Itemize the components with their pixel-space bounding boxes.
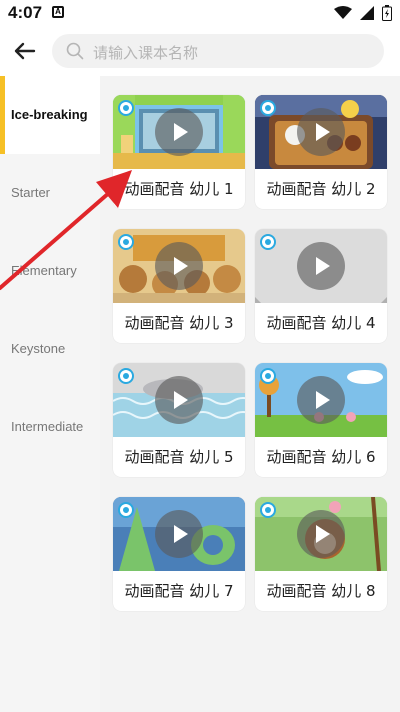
sidebar-item-label: Keystone (11, 341, 66, 356)
active-indicator (0, 76, 5, 154)
course-thumbnail (113, 363, 245, 437)
sidebar-item-ice-breaking[interactable]: Ice-breaking (0, 76, 100, 154)
course-thumbnail (255, 363, 387, 437)
course-card[interactable]: 动画配音 幼儿 4 (255, 229, 387, 343)
course-grid: 动画配音 幼儿 1 动画配音 幼儿 2 动画配音 幼儿 3 动画配音 幼儿 4 … (100, 76, 400, 712)
course-title: 动画配音 幼儿 4 (266, 314, 376, 332)
play-icon[interactable] (297, 108, 345, 156)
course-card[interactable]: 动画配音 幼儿 5 (113, 363, 245, 477)
sidebar-item-starter[interactable]: Starter (0, 154, 100, 232)
status-bar: 4:07 A (0, 0, 400, 26)
course-thumbnail (113, 229, 245, 303)
course-title: 动画配音 幼儿 7 (124, 582, 234, 600)
top-bar: 请输入课本名称 (0, 26, 400, 76)
play-icon[interactable] (155, 108, 203, 156)
course-card[interactable]: 动画配音 幼儿 6 (255, 363, 387, 477)
video-badge-icon (118, 100, 134, 116)
search-input[interactable]: 请输入课本名称 (52, 34, 384, 68)
course-card[interactable]: 动画配音 幼儿 7 (113, 497, 245, 611)
category-sidebar: Ice-breaking Starter Elementary Keystone… (0, 76, 100, 712)
status-icons (334, 5, 392, 21)
play-icon[interactable] (297, 510, 345, 558)
course-thumbnail (255, 497, 387, 571)
search-placeholder: 请输入课本名称 (93, 44, 199, 62)
sidebar-item-label: Ice-breaking (11, 107, 88, 122)
play-icon[interactable] (297, 242, 345, 290)
play-icon[interactable] (297, 376, 345, 424)
course-title: 动画配音 幼儿 3 (124, 314, 234, 332)
course-card[interactable]: 动画配音 幼儿 1 (113, 95, 245, 209)
course-card[interactable]: 动画配音 幼儿 3 (113, 229, 245, 343)
play-icon[interactable] (155, 376, 203, 424)
video-badge-icon (260, 234, 276, 250)
wifi-icon (334, 6, 352, 19)
battery-icon (382, 5, 392, 21)
back-button[interactable] (10, 36, 40, 66)
sidebar-item-intermediate[interactable]: Intermediate (0, 388, 100, 466)
sidebar-item-label: Starter (11, 185, 51, 200)
course-title: 动画配音 幼儿 1 (124, 180, 234, 198)
video-badge-icon (260, 100, 276, 116)
sidebar-item-label: Elementary (11, 263, 77, 278)
sidebar-item-elementary[interactable]: Elementary (0, 232, 100, 310)
status-time: 4:07 (8, 3, 43, 22)
course-thumbnail (255, 229, 387, 303)
video-badge-icon (260, 502, 276, 518)
video-badge-icon (118, 234, 134, 250)
play-icon[interactable] (155, 510, 203, 558)
notification-icon: A (52, 6, 64, 18)
signal-icon (360, 6, 374, 20)
course-card[interactable]: 动画配音 幼儿 2 (255, 95, 387, 209)
course-thumbnail (113, 497, 245, 571)
video-badge-icon (118, 368, 134, 384)
course-card[interactable]: 动画配音 幼儿 8 (255, 497, 387, 611)
course-title: 动画配音 幼儿 5 (124, 448, 234, 466)
course-title: 动画配音 幼儿 6 (266, 448, 376, 466)
course-title: 动画配音 幼儿 8 (266, 582, 376, 600)
video-badge-icon (118, 502, 134, 518)
video-badge-icon (260, 368, 276, 384)
search-icon (66, 42, 84, 60)
course-thumbnail (113, 95, 245, 169)
course-title: 动画配音 幼儿 2 (266, 180, 376, 198)
sidebar-item-keystone[interactable]: Keystone (0, 310, 100, 388)
course-thumbnail (255, 95, 387, 169)
back-arrow-icon (14, 42, 36, 60)
play-icon[interactable] (155, 242, 203, 290)
sidebar-item-label: Intermediate (11, 419, 84, 434)
